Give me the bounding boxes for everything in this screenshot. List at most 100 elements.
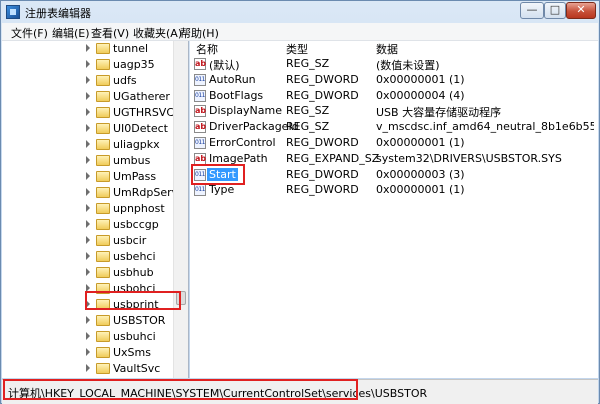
tree-item[interactable]: UmRdpService	[2, 185, 188, 201]
tree-item-label: usbuhci	[113, 330, 156, 343]
expand-arrow-icon[interactable]	[86, 124, 90, 132]
value-type: REG_DWORD	[286, 88, 359, 102]
tree-item[interactable]: UI0Detect	[2, 121, 172, 137]
value-row[interactable]: 011 ErrorControl REG_DWORD 0x00000001 (1)	[190, 136, 598, 151]
tree-item-label: umbus	[113, 154, 151, 167]
value-data: 0x00000004 (4)	[376, 88, 465, 102]
tree-item-label: usbcir	[113, 234, 147, 247]
expand-arrow-icon[interactable]	[86, 332, 90, 340]
expand-arrow-icon[interactable]	[86, 316, 90, 324]
tree-item[interactable]: VaultSvc	[2, 361, 172, 377]
folder-icon	[96, 299, 110, 310]
expand-arrow-icon[interactable]	[86, 252, 90, 260]
value-row[interactable]: ab (默认) REG_SZ (数值未设置)	[190, 57, 598, 72]
tree-item[interactable]: usbuhci	[2, 329, 172, 345]
value-row[interactable]: 011 Type REG_DWORD 0x00000001 (1)	[190, 183, 598, 198]
value-type: REG_DWORD	[286, 136, 359, 149]
tree-item[interactable]: usbcir	[2, 233, 172, 249]
value-type: REG_SZ	[286, 57, 330, 70]
tree-item[interactable]: UGTHRSVC	[2, 105, 174, 121]
expand-arrow-icon[interactable]	[86, 236, 90, 244]
expand-arrow-icon[interactable]	[86, 172, 90, 180]
value-type: REG_DWORD	[286, 72, 359, 86]
values-pane[interactable]: 名称 类型 数据 ab (默认) REG_SZ (数值未设置) 011 AutoRun RE…	[190, 41, 598, 378]
value-name: (默认)	[209, 59, 240, 72]
tree-item[interactable]: uliagpkx	[2, 137, 172, 153]
menu-view[interactable]: 查看(V)	[91, 25, 129, 41]
tree-item[interactable]: UxSms	[2, 345, 172, 361]
value-data: USB 大容量存储驱动程序	[376, 106, 502, 120]
folder-icon	[96, 187, 110, 198]
tree-scrollbar[interactable]	[173, 41, 188, 378]
expand-arrow-icon[interactable]	[86, 284, 90, 292]
menu-edit[interactable]: 编辑(E)	[52, 25, 90, 41]
expand-arrow-icon[interactable]	[86, 268, 90, 276]
tree-item-label: USBSTOR	[113, 314, 166, 327]
menu-favorites[interactable]: 收藏夹(A)	[133, 25, 182, 41]
tree-item[interactable]: uagp35	[2, 57, 172, 73]
value-row[interactable]: 011 BootFlags REG_DWORD 0x00000004 (4)	[190, 89, 598, 104]
menu-help[interactable]: 帮助(H)	[180, 25, 219, 41]
folder-icon	[96, 107, 110, 118]
value-row[interactable]: 011 AutoRun REG_DWORD 0x00000001 (1)	[190, 73, 598, 88]
value-row[interactable]: ab DisplayName REG_SZ USB 大容量存储驱动程序	[190, 104, 598, 119]
expand-arrow-icon[interactable]	[86, 188, 90, 196]
value-data: 0x00000001 (1)	[376, 183, 465, 197]
close-button[interactable]: ✕	[566, 2, 596, 19]
key-tree-pane[interactable]: tunnel uagp35 udfs UGatherer UGTHRSVC UI0Dete…	[2, 41, 189, 378]
value-name: BootFlags	[209, 88, 264, 102]
folder-icon	[96, 251, 110, 262]
tree-item-label: usbohci	[113, 282, 156, 295]
expand-arrow-icon[interactable]	[86, 348, 90, 356]
tree-scroll-thumb[interactable]	[176, 291, 186, 305]
tree-item[interactable]: tunnel	[2, 41, 172, 57]
tree-item[interactable]: usbehci	[2, 249, 172, 265]
expand-arrow-icon[interactable]	[86, 76, 90, 84]
tree-item[interactable]: upnphost	[2, 201, 172, 217]
tree-item[interactable]: udfs	[2, 73, 172, 89]
column-header-name[interactable]: 名称	[196, 41, 218, 57]
expand-arrow-icon[interactable]	[86, 44, 90, 52]
tree-item[interactable]: usbohci	[2, 281, 172, 297]
expand-arrow-icon[interactable]	[86, 60, 90, 68]
tree-item[interactable]: UmPass	[2, 169, 172, 185]
folder-icon	[96, 219, 110, 230]
expand-arrow-icon[interactable]	[86, 140, 90, 148]
tree-item[interactable]: usbccgp	[2, 217, 172, 233]
maximize-button[interactable]: □	[544, 2, 566, 19]
expand-arrow-icon[interactable]	[86, 220, 90, 228]
menu-file[interactable]: 文件(F)	[11, 25, 48, 41]
column-header-type[interactable]: 类型	[286, 41, 308, 57]
folder-icon	[96, 75, 110, 86]
expand-arrow-icon[interactable]	[86, 108, 90, 116]
column-header-data[interactable]: 数据	[376, 41, 398, 57]
tree-item[interactable]: usbhub	[2, 265, 172, 281]
value-row[interactable]: 011 Start REG_DWORD 0x00000003 (3)	[190, 167, 598, 183]
folder-icon	[96, 347, 110, 358]
expand-arrow-icon[interactable]	[86, 364, 90, 372]
title-bar[interactable]: 注册表编辑器 — □ ✕	[1, 1, 599, 23]
expand-arrow-icon[interactable]	[86, 92, 90, 100]
tree-item-label: usbehci	[113, 250, 156, 263]
value-type: REG_DWORD	[286, 183, 359, 197]
folder-icon	[96, 235, 110, 246]
registry-editor-window: 注册表编辑器 — □ ✕ 文件(F) 编辑(E) 查看(V) 收藏夹(A) 帮助…	[0, 0, 600, 404]
tree-item[interactable]: usbprint	[2, 297, 172, 313]
folder-icon	[96, 315, 110, 326]
tree-item[interactable]: USBSTOR	[2, 313, 172, 329]
expand-arrow-icon[interactable]	[86, 204, 90, 212]
expand-arrow-icon[interactable]	[86, 300, 90, 308]
value-data: 0x00000003 (3)	[376, 167, 465, 181]
minimize-button[interactable]: —	[520, 2, 544, 19]
tree-item[interactable]: umbus	[2, 153, 172, 169]
value-row[interactable]: ab ImagePath REG_EXPAND_SZ system32\DRIVERS…	[190, 152, 598, 167]
tree-item[interactable]: vdrvroot	[2, 377, 172, 378]
tree-item[interactable]: UGatherer	[2, 89, 172, 105]
value-name: AutoRun	[209, 72, 256, 86]
folder-icon	[96, 331, 110, 342]
value-row[interactable]: ab DriverPackageId REG_SZ v_mscdsc.inf_amd6…	[190, 120, 598, 135]
value-data: v_mscdsc.inf_amd64_neutral_8b1e6b55729c3…	[376, 120, 594, 134]
tree-item-label: usbprint	[113, 298, 159, 311]
tree-item-label: VaultSvc	[113, 362, 161, 375]
expand-arrow-icon[interactable]	[86, 156, 90, 164]
